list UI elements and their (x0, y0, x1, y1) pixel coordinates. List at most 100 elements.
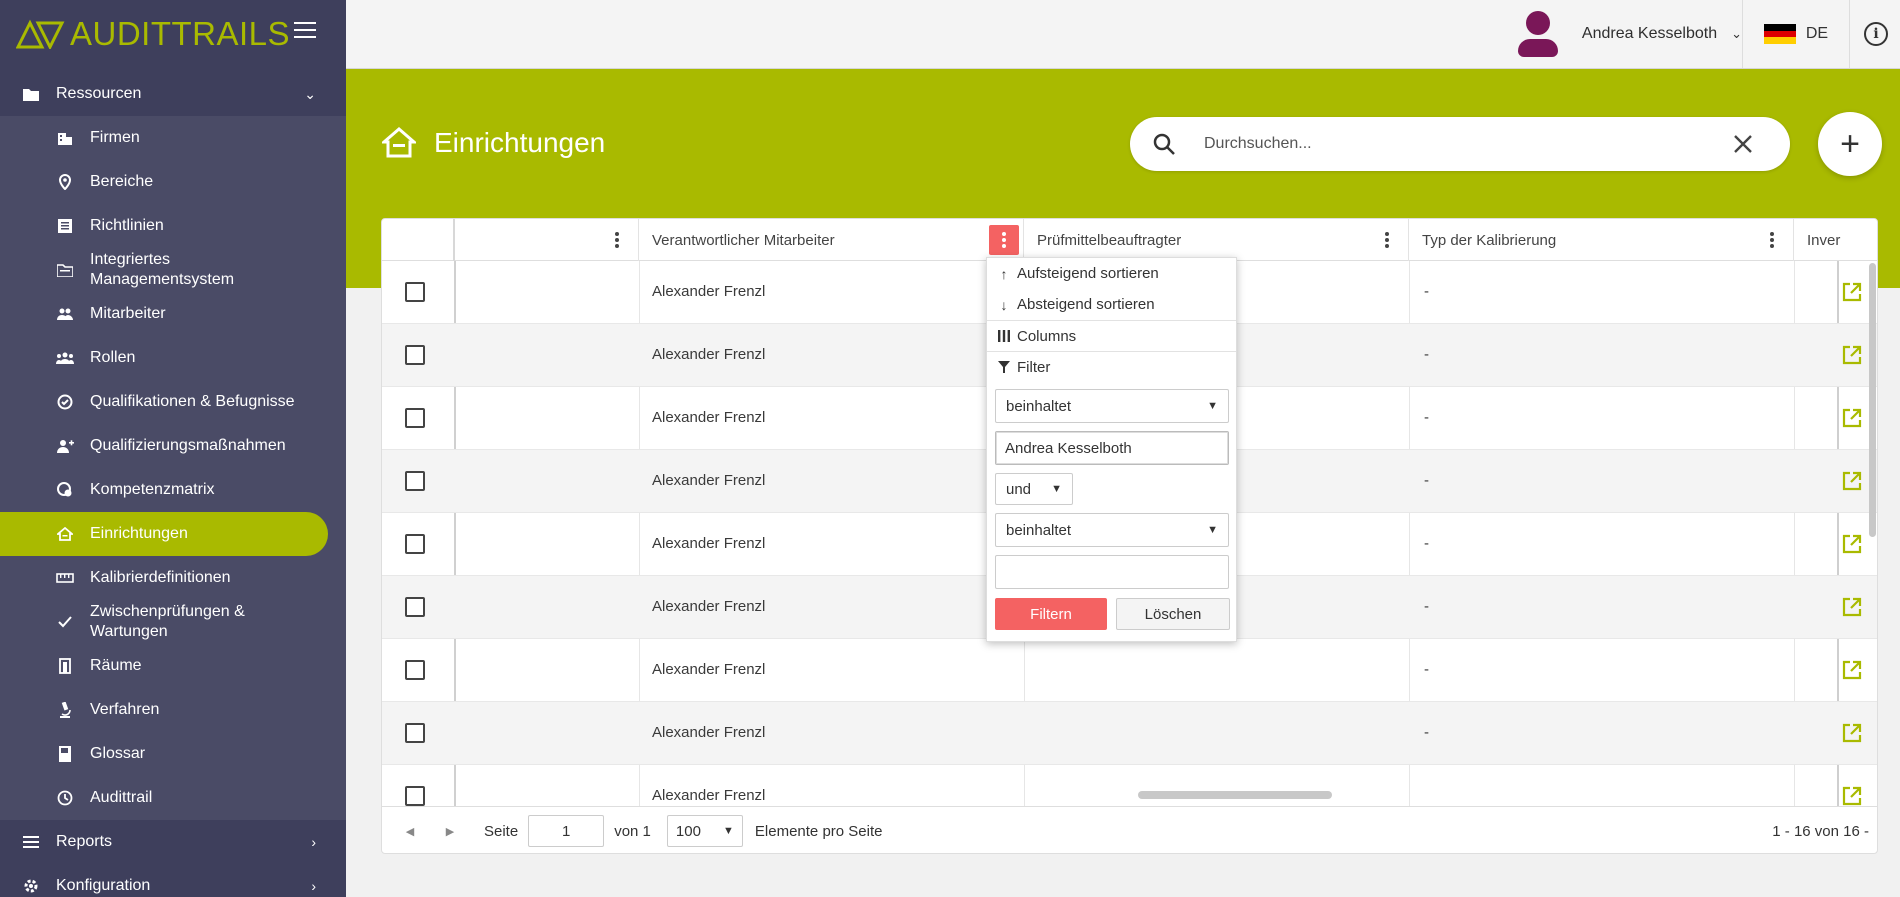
columns-label: Columns (1017, 327, 1077, 345)
language-selector[interactable]: DE (1742, 0, 1850, 68)
sidebar-item-audittrail[interactable]: Audittrail (0, 776, 346, 820)
table-row[interactable]: Alexander Frenzl (382, 765, 1877, 806)
pagination-summary: 1 - 16 von 16 - (1772, 823, 1869, 840)
room-icon (56, 657, 74, 675)
columns-item[interactable]: Columns (987, 320, 1236, 351)
open-external-icon[interactable] (1841, 785, 1863, 806)
header-typ-der-kalibrierung[interactable]: Typ der Kalibrierung (1409, 219, 1794, 261)
cell-typ-der-kalibrierung: - (1424, 472, 1429, 489)
open-external-icon[interactable] (1841, 470, 1863, 492)
search-bar (1130, 117, 1790, 171)
sort-descending-item[interactable]: ↓ Absteigend sortieren (987, 289, 1236, 320)
page-header: Einrichtungen (382, 126, 605, 160)
menu-toggle-icon[interactable] (294, 22, 316, 40)
next-page-icon[interactable]: ▶ (430, 825, 470, 838)
chevron-down-icon: ⌄ (304, 85, 316, 102)
book-icon (56, 745, 74, 763)
sort-ascending-item[interactable]: ↑ Aufsteigend sortieren (987, 258, 1236, 289)
sidebar-item-label: Räume (90, 657, 142, 674)
sidebar-item-rollen[interactable]: Rollen (0, 336, 346, 380)
column-menu-icon[interactable] (606, 229, 628, 251)
cell-verantwortlicher-mitarbeiter: Alexander Frenzl (652, 787, 766, 804)
group-icon (56, 349, 74, 367)
row-checkbox[interactable] (405, 345, 425, 365)
row-checkbox[interactable] (405, 660, 425, 680)
open-external-icon[interactable] (1841, 659, 1863, 681)
sidebar-item-raeume[interactable]: Räume (0, 644, 346, 688)
row-checkbox[interactable] (405, 534, 425, 554)
clear-filter-button[interactable]: Löschen (1116, 598, 1230, 630)
add-button[interactable]: + (1818, 112, 1882, 176)
sidebar-item-zwischenpruefungen[interactable]: Zwischenprüfungen & Wartungen (0, 600, 346, 644)
sidebar-item-mitarbeiter[interactable]: Mitarbeiter (0, 292, 346, 336)
row-checkbox[interactable] (405, 408, 425, 428)
open-external-icon[interactable] (1841, 344, 1863, 366)
logo-text-trails: TRAILS (171, 15, 291, 52)
list-icon (22, 833, 40, 851)
logo-triangles-icon (16, 19, 65, 49)
nav-group-resources[interactable]: Ressourcen ⌄ (0, 72, 346, 116)
column-menu-icon[interactable] (1376, 229, 1398, 251)
header-pruefmittelbeauftragter[interactable]: Prüfmittelbeauftragter (1024, 219, 1409, 261)
table-row[interactable]: Alexander Frenzl - (382, 639, 1877, 702)
nav-group-reports[interactable]: Reports › (0, 820, 346, 864)
sidebar-item-label: Bereiche (90, 173, 154, 190)
sidebar-item-kalibrierdefinitionen[interactable]: Kalibrierdefinitionen (0, 556, 346, 600)
sidebar-item-glossar[interactable]: Glossar (0, 732, 346, 776)
row-checkbox[interactable] (405, 723, 425, 743)
open-external-icon[interactable] (1841, 596, 1863, 618)
header-verantwortlicher-mitarbeiter[interactable]: Verantwortlicher Mitarbeiter (639, 219, 1024, 261)
sidebar-item-richtlinien[interactable]: Richtlinien (0, 204, 346, 248)
prev-page-icon[interactable]: ◀ (390, 825, 430, 838)
sidebar-item-firmen[interactable]: Firmen (0, 116, 346, 160)
open-external-icon[interactable] (1841, 722, 1863, 744)
column-menu-icon[interactable] (1761, 229, 1783, 251)
caret-down-icon: ▼ (1051, 483, 1062, 495)
home-icon (382, 127, 416, 158)
sidebar-item-qualifizierungsmassnahmen[interactable]: Qualifizierungsmaßnahmen (0, 424, 346, 468)
filter-value-input-1[interactable] (995, 431, 1229, 465)
search-icon (1153, 133, 1175, 155)
sort-ascending-label: Aufsteigend sortieren (1017, 265, 1159, 282)
open-external-icon[interactable] (1841, 281, 1863, 303)
row-checkbox[interactable] (405, 597, 425, 617)
sidebar-item-verfahren[interactable]: Verfahren (0, 688, 346, 732)
cell-verantwortlicher-mitarbeiter: Alexander Frenzl (652, 724, 766, 741)
sidebar-item-kompetenzmatrix[interactable]: Kompetenzmatrix (0, 468, 346, 512)
filter-join-select[interactable]: und ▼ (995, 473, 1073, 505)
row-checkbox[interactable] (405, 282, 425, 302)
top-bar: Andrea Kesselboth ⌄ DE i (346, 0, 1900, 69)
page-size-select[interactable]: 100 ▼ (666, 815, 743, 847)
header-inventar[interactable]: Inver (1794, 219, 1877, 261)
filter-operator-select-1[interactable]: beinhaltet ▼ (995, 389, 1229, 423)
apply-filter-button[interactable]: Filtern (995, 598, 1107, 630)
row-checkbox[interactable] (405, 471, 425, 491)
filter-value-input-2[interactable] (995, 555, 1229, 589)
cell-typ-der-kalibrierung: - (1424, 283, 1429, 300)
sidebar-item-bereiche[interactable]: Bereiche (0, 160, 346, 204)
info-icon[interactable]: i (1864, 22, 1888, 46)
logo-bar: AUDIT TRAILS (0, 0, 346, 68)
page-input[interactable] (528, 815, 605, 847)
app-logo[interactable]: AUDIT TRAILS (16, 15, 290, 53)
column-menu-icon[interactable] (989, 225, 1019, 255)
filter-item[interactable]: Filter (987, 351, 1236, 382)
home-icon (56, 525, 74, 543)
matrix-icon (56, 481, 74, 499)
filter-operator-select-2[interactable]: beinhaltet ▼ (995, 513, 1229, 547)
user-menu[interactable]: Andrea Kesselboth ⌄ (1517, 0, 1742, 68)
search-input[interactable] (1204, 135, 1732, 153)
sidebar-item-ims[interactable]: Integriertes Managementsystem (0, 248, 346, 292)
vertical-scrollbar[interactable] (1869, 263, 1876, 537)
horizontal-scrollbar[interactable] (1138, 791, 1332, 799)
row-checkbox[interactable] (405, 786, 425, 806)
cell-typ-der-kalibrierung: - (1424, 724, 1429, 741)
open-external-icon[interactable] (1841, 533, 1863, 555)
avatar (1517, 11, 1558, 57)
close-icon[interactable] (1732, 133, 1754, 155)
open-external-icon[interactable] (1841, 407, 1863, 429)
nav-group-konfiguration[interactable]: Konfiguration › (0, 864, 346, 897)
table-row[interactable]: Alexander Frenzl - (382, 702, 1877, 765)
sidebar-item-qualifikationen[interactable]: Qualifikationen & Befugnisse (0, 380, 346, 424)
sidebar-item-einrichtungen[interactable]: Einrichtungen (0, 512, 328, 556)
